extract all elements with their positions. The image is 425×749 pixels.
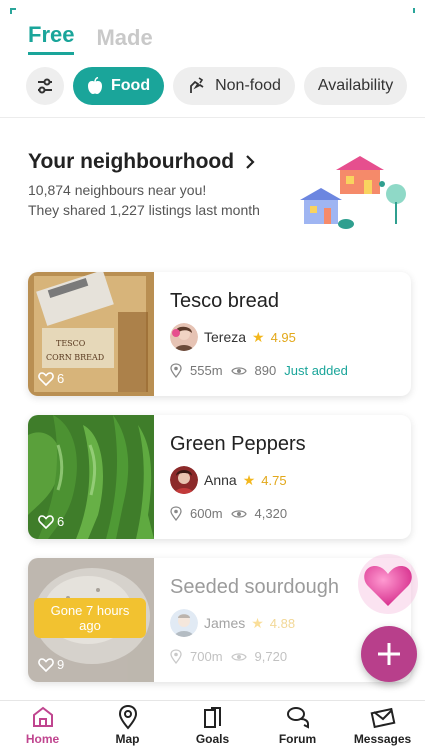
star-icon: ★ (252, 328, 265, 345)
likes-value: 6 (57, 371, 65, 386)
user-name: Anna (204, 472, 237, 488)
listing-views: 9,720 (254, 649, 288, 664)
nav-map[interactable]: Map (88, 704, 168, 746)
hand-icon (190, 77, 204, 93)
listing-user: Anna ★ 4.75 (170, 466, 401, 494)
likes-count: 6 (38, 371, 64, 386)
map-pin-icon (118, 704, 137, 730)
heart-outline-icon (38, 371, 54, 386)
add-listing-button[interactable] (361, 626, 417, 682)
tab-made[interactable]: Made (96, 25, 152, 55)
nav-home-label: Home (25, 732, 60, 746)
filter-nonfood-label: Non-food (215, 77, 281, 94)
filter-availability-label: Availability (317, 77, 394, 94)
star-icon: ★ (242, 471, 256, 488)
likes-count: 6 (38, 514, 64, 529)
avatar (170, 609, 198, 637)
filter-settings-button[interactable] (26, 67, 64, 105)
location-pin-icon (170, 506, 182, 521)
location-pin-icon (170, 363, 182, 378)
status-corner-mark (10, 8, 16, 14)
listing-views: 890 (254, 363, 277, 378)
neighbourhood-title: Your neighbourhood (28, 150, 235, 173)
listing-meta: 555m 890 Just added (170, 363, 401, 378)
listing-info: Green Peppers Anna ★ 4.75 600m 4,320 (170, 433, 401, 521)
houses-illustration-icon (300, 156, 406, 229)
nav-messages[interactable]: Messages (343, 704, 423, 746)
top-tabs: Free Made (28, 22, 153, 55)
eye-icon (230, 509, 247, 518)
tab-free[interactable]: Free (28, 22, 75, 55)
just-added-tag: Just added (284, 363, 348, 378)
nav-home[interactable]: Home (3, 704, 83, 746)
nav-map-label: Map (115, 732, 140, 746)
listing-info: Tesco bread Tereza ★ 4.95 555m 890 Just … (170, 290, 401, 378)
likes-value: 6 (57, 514, 65, 529)
listing-user: Tereza ★ 4.95 (170, 323, 401, 351)
likes-count: 9 (38, 657, 64, 672)
nav-goals[interactable]: Goals (173, 704, 253, 746)
heart-reaction-icon[interactable] (356, 552, 420, 616)
listing-distance: 555m (190, 363, 223, 378)
avatar (170, 323, 198, 351)
nav-forum[interactable]: Forum (258, 704, 338, 746)
listing-title: Tesco bread (170, 290, 279, 312)
filter-nonfood-chip[interactable]: Non-food (173, 67, 295, 105)
neighbourhood-section[interactable]: Your neighbourhood 10,874 neighbours nea… (28, 150, 408, 229)
goals-icon (203, 707, 221, 728)
filter-availability-chip[interactable]: Availability (303, 67, 408, 105)
location-pin-icon (170, 649, 182, 664)
plus-icon (378, 643, 400, 665)
listing-card-tesco-bread[interactable]: TESCO CORN BREAD 6 Tesco bread Tereza ★ … (28, 272, 411, 396)
user-name: Tereza (204, 329, 247, 345)
listing-distance: 600m (190, 506, 223, 521)
avatar (170, 466, 198, 494)
star-icon: ★ (251, 614, 264, 631)
home-icon (32, 706, 53, 727)
divider (0, 117, 425, 118)
apple-icon (88, 77, 102, 94)
user-rating: 4.88 (269, 615, 296, 631)
chevron-right-icon (246, 155, 255, 169)
filter-bar: Food Non-food Availability (26, 67, 408, 105)
listing-views: 4,320 (254, 506, 288, 521)
likes-value: 9 (57, 657, 65, 672)
listing-meta: 600m 4,320 (170, 506, 401, 521)
user-name: James (204, 615, 246, 631)
sliders-icon (38, 78, 52, 94)
nav-goals-label: Goals (195, 732, 230, 746)
svg-text:CORN BREAD: CORN BREAD (46, 353, 104, 362)
eye-icon (230, 652, 247, 661)
user-rating: 4.95 (270, 329, 296, 345)
status-corner-mark-right (413, 8, 415, 13)
bottom-navigation: Home Map Goals Forum Messages (0, 700, 425, 749)
listing-card-seeded-sourdough[interactable]: Gone 7 hours ago 9 Seeded sourdough Jame… (28, 558, 411, 682)
listing-title: Green Peppers (170, 433, 306, 455)
eye-icon (230, 366, 247, 375)
listing-card-green-peppers[interactable]: 6 Green Peppers Anna ★ 4.75 600m 4,320 (28, 415, 411, 539)
heart-outline-icon (38, 657, 54, 672)
nav-messages-label: Messages (353, 732, 412, 746)
heart-outline-icon (38, 514, 54, 529)
filter-food-chip[interactable]: Food (73, 67, 165, 105)
gone-badge: Gone 7 hours ago (34, 598, 146, 638)
listing-distance: 700m (190, 649, 223, 664)
messages-icon (370, 707, 395, 729)
filter-food-label: Food (111, 77, 151, 94)
user-rating: 4.75 (261, 472, 287, 488)
forum-icon (286, 707, 309, 729)
svg-text:TESCO: TESCO (56, 339, 86, 348)
nav-forum-label: Forum (278, 732, 317, 746)
